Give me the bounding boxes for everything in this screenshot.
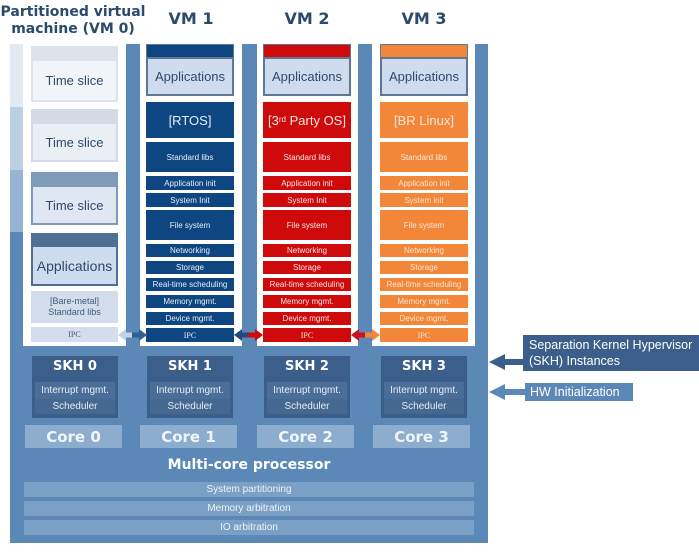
vm0-applications-header — [31, 233, 118, 247]
skh-scheduler: Scheduler — [267, 399, 347, 414]
layer-real-time-scheduling: Real-time scheduling — [263, 278, 351, 291]
skh-interrupt-mgmt: Interrupt mgmt. — [267, 382, 347, 399]
vm0-ipc: IPC — [31, 327, 118, 342]
layer-application-init: Application init — [380, 176, 468, 190]
system-partitioning-bar: System partitioning — [24, 482, 474, 497]
layer-storage: Storage — [380, 261, 468, 274]
skh-scheduler: Scheduler — [384, 399, 464, 414]
memory-arbitration-bar: Memory arbitration — [24, 501, 474, 516]
ipc-double-arrow-icon — [118, 329, 147, 341]
skh-interrupt-mgmt: Interrupt mgmt. — [150, 382, 230, 399]
layer-system-init: System Init — [146, 193, 234, 207]
layer-memory-mgmt: Memory mgmt. — [146, 295, 234, 308]
ipc-double-arrow-icon — [234, 329, 263, 341]
vm0-title-line1: Partitioned virtual — [0, 4, 146, 20]
layer-device-mgmt: Device mgmt. — [263, 312, 351, 325]
skh-title: SKH 0 — [53, 359, 97, 374]
layer-memory-mgmt: Memory mgmt. — [263, 295, 351, 308]
time-slice-box: Time slice — [31, 124, 118, 162]
vm1-stack: Applications [RTOS] Standard libs Applic… — [146, 0, 234, 350]
vm2-ipc: IPC — [263, 328, 351, 342]
layer-system-init: System init — [380, 193, 468, 207]
layer-standard-libs: Standard libs — [146, 142, 234, 172]
core-3: Core 3 — [373, 425, 470, 448]
ipc-double-arrow-icon — [351, 329, 380, 341]
skh-instance-1: SKH 1 Interrupt mgmt. Scheduler — [147, 356, 233, 418]
time-slice-box: Time slice — [31, 187, 118, 225]
layer-real-time-scheduling: Real-time scheduling — [146, 278, 234, 291]
layer-networking: Networking — [146, 244, 234, 257]
layer-device-mgmt: Device mgmt. — [146, 312, 234, 325]
layer-application-init: Application init — [263, 176, 351, 190]
arrow-left-icon — [489, 384, 526, 400]
layer-file-system: File system — [380, 210, 468, 240]
skh-title: SKH 2 — [285, 359, 329, 374]
time-band-3 — [10, 170, 23, 232]
skh-scheduler: Scheduler — [35, 399, 115, 414]
skh-scheduler: Scheduler — [150, 399, 230, 414]
layer-file-system: File system — [146, 210, 234, 240]
bare-metal-line1: [Bare-metal] — [49, 296, 100, 306]
os-label: [BR Linux] — [394, 112, 454, 128]
skh-interrupt-mgmt: Interrupt mgmt. — [384, 382, 464, 399]
hw-init-legend-label: HW Initialization — [525, 383, 633, 401]
skh-legend-line2: (SKH) Instances — [529, 354, 621, 368]
time-slice-box: Time slice — [31, 61, 118, 102]
skh-title: SKH 1 — [168, 359, 212, 374]
time-slice-header — [31, 109, 118, 124]
vm2-stack: Applications [3 rd Party OS] Standard lib… — [263, 0, 351, 350]
vm0-applications: Applications — [31, 247, 118, 286]
skh-legend-line1: Separation Kernel Hypervisor — [529, 338, 693, 352]
core-0: Core 0 — [25, 425, 122, 448]
layer-standard-libs: Standard libs — [263, 142, 351, 172]
layer-system-init: System Init — [263, 193, 351, 207]
time-slice-header — [31, 46, 118, 61]
vm3-applications: Applications — [380, 57, 468, 96]
vm3-header-bar — [380, 44, 468, 58]
vm1-ipc: IPC — [146, 328, 234, 342]
skh-title: SKH 3 — [402, 359, 446, 374]
io-arbitration-bar: IO arbitration — [24, 520, 474, 535]
layer-networking: Networking — [263, 244, 351, 257]
vm1-os: [RTOS] — [146, 102, 234, 138]
skh-interrupt-mgmt: Interrupt mgmt. — [35, 382, 115, 399]
skh-instance-3: SKH 3 Interrupt mgmt. Scheduler — [381, 356, 467, 418]
layer-networking: Networking — [380, 244, 468, 257]
vm2-os: [3 rd Party OS] — [263, 102, 351, 138]
skh-instance-2: SKH 2 Interrupt mgmt. Scheduler — [264, 356, 350, 418]
layer-device-mgmt: Device mgmt. — [380, 312, 468, 325]
processor-title: Multi-core processor — [167, 457, 331, 473]
bare-metal-line2: Standard libs — [48, 307, 101, 317]
vm3-stack: Applications [BR Linux] Standard libs Ap… — [380, 0, 468, 350]
vm3-os: [BR Linux] — [380, 102, 468, 138]
core-1: Core 1 — [140, 425, 237, 448]
time-band-2 — [10, 107, 23, 170]
layer-real-time-scheduling: Real-time scheduling — [380, 278, 468, 291]
layer-storage: Storage — [146, 261, 234, 274]
vm0-title-line2: machine (VM 0) — [11, 21, 135, 37]
os-label: [RTOS] — [168, 112, 212, 128]
skh-instance-0: SKH 0 Interrupt mgmt. Scheduler — [32, 356, 118, 418]
vm2-applications: Applications — [263, 57, 351, 96]
core-2: Core 2 — [257, 425, 354, 448]
vm0-bare-metal-libs: [Bare-metal] Standard libs — [31, 291, 118, 323]
os-label: [3 — [268, 112, 279, 128]
vm2-header-bar — [263, 44, 351, 58]
layer-file-system: File system — [263, 210, 351, 240]
skh-legend-label: Separation Kernel Hypervisor (SKH) Insta… — [523, 335, 699, 371]
layer-storage: Storage — [263, 261, 351, 274]
layer-standard-libs: Standard libs — [380, 142, 468, 172]
layer-application-init: Application init — [146, 176, 234, 190]
vm1-header-bar — [146, 44, 234, 58]
vm1-applications: Applications — [146, 57, 234, 96]
vm3-ipc: IPC — [380, 328, 468, 342]
time-band-1 — [10, 44, 23, 107]
time-slice-header — [31, 172, 118, 187]
vm0-title: Partitioned virtual machine (VM 0) — [0, 4, 146, 38]
os-label-rest: Party OS] — [286, 112, 346, 128]
layer-memory-mgmt: Memory mgmt. — [380, 295, 468, 308]
arrow-left-icon — [489, 354, 524, 370]
